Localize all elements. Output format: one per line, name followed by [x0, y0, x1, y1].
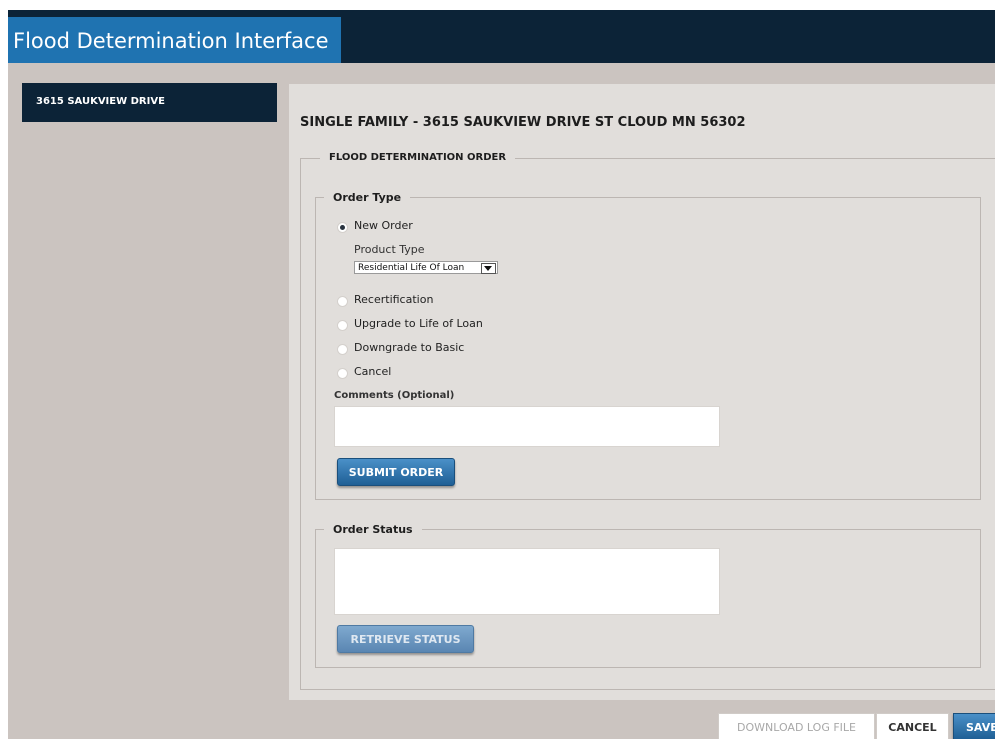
new-order-label: New Order [354, 219, 413, 232]
recertification-radio[interactable] [337, 296, 348, 307]
sidebar-item-property[interactable]: 3615 SAUKVIEW DRIVE [22, 83, 277, 122]
order-type-legend: Order Type [324, 191, 411, 204]
property-title: SINGLE FAMILY - 3615 SAUKVIEW DRIVE ST C… [300, 115, 746, 130]
app-frame: Flood Determination Interface 3615 SAUKV… [8, 10, 995, 739]
order-status-section: Order Status RETRIEVE STATUS [315, 523, 981, 668]
product-type-select[interactable]: Residential Life Of Loan [354, 261, 498, 274]
app-title-tab: Flood Determination Interface [8, 17, 341, 63]
cancel-button[interactable]: CANCEL [876, 713, 949, 739]
main-panel: SINGLE FAMILY - 3615 SAUKVIEW DRIVE ST C… [289, 84, 995, 700]
sidebar-item-label: 3615 SAUKVIEW DRIVE [36, 96, 165, 107]
flood-determination-order-section: FLOOD DETERMINATION ORDER Order Type New… [300, 152, 995, 690]
product-type-value: Residential Life Of Loan [358, 263, 465, 273]
upgrade-life-of-loan-radio[interactable] [337, 320, 348, 331]
product-type-label: Product Type [354, 243, 425, 256]
submit-order-button[interactable]: SUBMIT ORDER [337, 458, 455, 486]
comments-label: Comments (Optional) [334, 390, 455, 401]
save-button[interactable]: SAVE [953, 713, 995, 739]
chevron-down-icon[interactable] [481, 263, 496, 274]
cancel-order-radio[interactable] [337, 368, 348, 379]
download-log-file-button[interactable]: DOWNLOAD LOG FILE [718, 713, 875, 739]
downgrade-to-basic-label: Downgrade to Basic [354, 341, 465, 354]
comments-input[interactable] [334, 406, 720, 447]
order-status-legend: Order Status [324, 523, 422, 536]
app-title: Flood Determination Interface [13, 29, 329, 53]
upgrade-life-of-loan-label: Upgrade to Life of Loan [354, 317, 483, 330]
order-type-section: Order Type New Order Product Type Reside… [315, 191, 981, 500]
order-status-output [334, 548, 720, 615]
header-bar: Flood Determination Interface [8, 10, 995, 63]
retrieve-status-button[interactable]: RETRIEVE STATUS [337, 625, 474, 653]
flood-determination-order-legend: FLOOD DETERMINATION ORDER [320, 152, 516, 163]
recertification-label: Recertification [354, 293, 434, 306]
downgrade-to-basic-radio[interactable] [337, 344, 348, 355]
new-order-radio[interactable] [337, 222, 348, 233]
cancel-order-label: Cancel [354, 365, 392, 378]
